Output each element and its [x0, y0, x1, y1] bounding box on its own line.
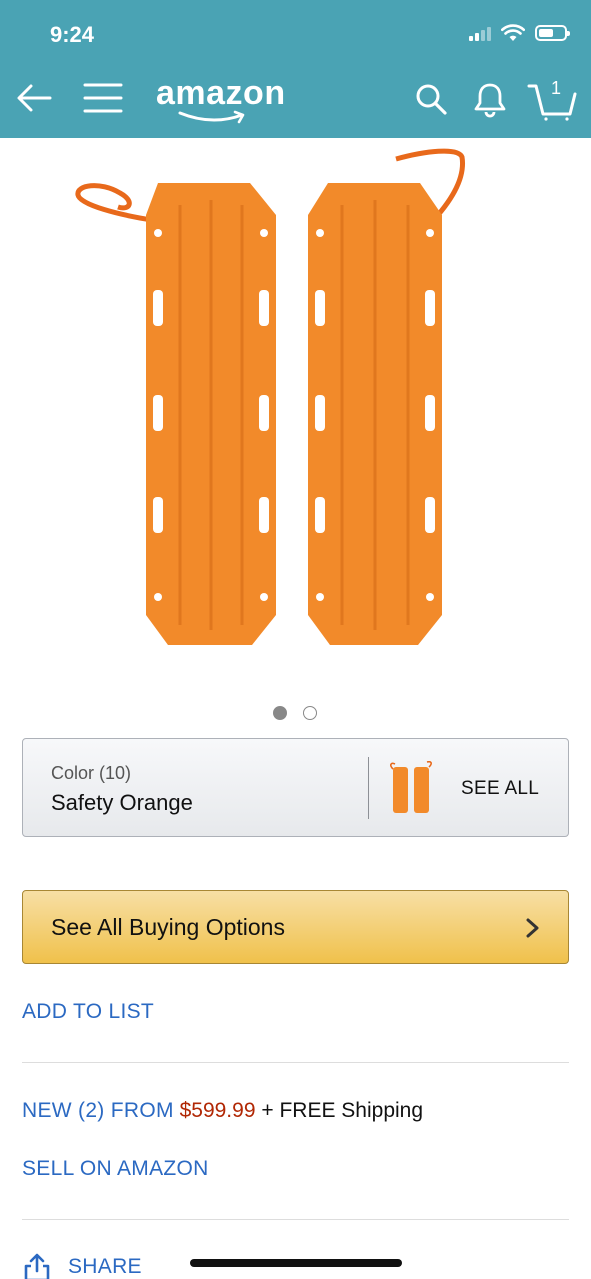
offer-price: $599.99 [179, 1099, 256, 1122]
orange-traction-boards-image [75, 148, 466, 645]
search-icon [416, 84, 447, 115]
new-offers-link[interactable]: NEW (2) FROM $599.99 + FREE Shipping [22, 1099, 423, 1123]
amazon-smile-icon [178, 110, 245, 124]
amazon-logo[interactable]: amazon [156, 74, 296, 124]
color-divider [368, 757, 369, 819]
offer-shipping: + FREE Shipping [261, 1099, 424, 1122]
carousel-dot-active[interactable] [273, 706, 287, 720]
color-label: Color (10) [51, 763, 132, 783]
carousel-dot[interactable] [303, 706, 317, 720]
arrow-left-icon [17, 84, 52, 112]
wifi-icon [501, 24, 525, 41]
color-selector[interactable]: Color (10) Safety Orange SEE ALL [22, 738, 569, 837]
divider [22, 1062, 569, 1063]
cart-count: 1 [551, 78, 562, 98]
home-indicator[interactable] [190, 1259, 402, 1267]
divider [22, 1219, 569, 1220]
see-all-buying-options-button[interactable]: See All Buying Options [22, 890, 569, 964]
color-value: Safety Orange [51, 790, 193, 815]
buying-options-label: See All Buying Options [51, 914, 285, 940]
bell-icon [474, 83, 506, 118]
battery-icon [535, 25, 570, 41]
cart-button[interactable]: 1 [526, 76, 578, 122]
notifications-button[interactable] [470, 80, 510, 120]
hamburger-menu-icon [83, 83, 123, 113]
app-header: 9:24 amazon 1 [0, 0, 591, 138]
carousel-dots[interactable] [273, 706, 317, 720]
share-icon [24, 1253, 50, 1279]
share-button[interactable]: SHARE [22, 1252, 142, 1279]
add-to-list-link[interactable]: ADD TO LIST [22, 1000, 154, 1024]
status-time: 9:24 [50, 22, 95, 47]
offer-prefix: NEW (2) FROM [22, 1099, 174, 1122]
menu-button[interactable] [82, 78, 124, 118]
product-image[interactable] [60, 145, 530, 665]
status-icons [469, 24, 570, 42]
back-button[interactable] [14, 78, 54, 118]
sell-on-amazon-link[interactable]: SELL ON AMAZON [22, 1157, 209, 1181]
share-label: SHARE [68, 1255, 142, 1278]
see-all-colors-link[interactable]: SEE ALL [461, 778, 539, 800]
cellular-signal-icon [469, 25, 491, 41]
chevron-right-icon [526, 918, 539, 938]
amazon-logo-text: amazon [156, 74, 286, 112]
color-swatch-thumbnail[interactable] [387, 761, 435, 817]
nav-row: amazon 1 [0, 70, 591, 130]
search-button[interactable] [412, 80, 450, 118]
